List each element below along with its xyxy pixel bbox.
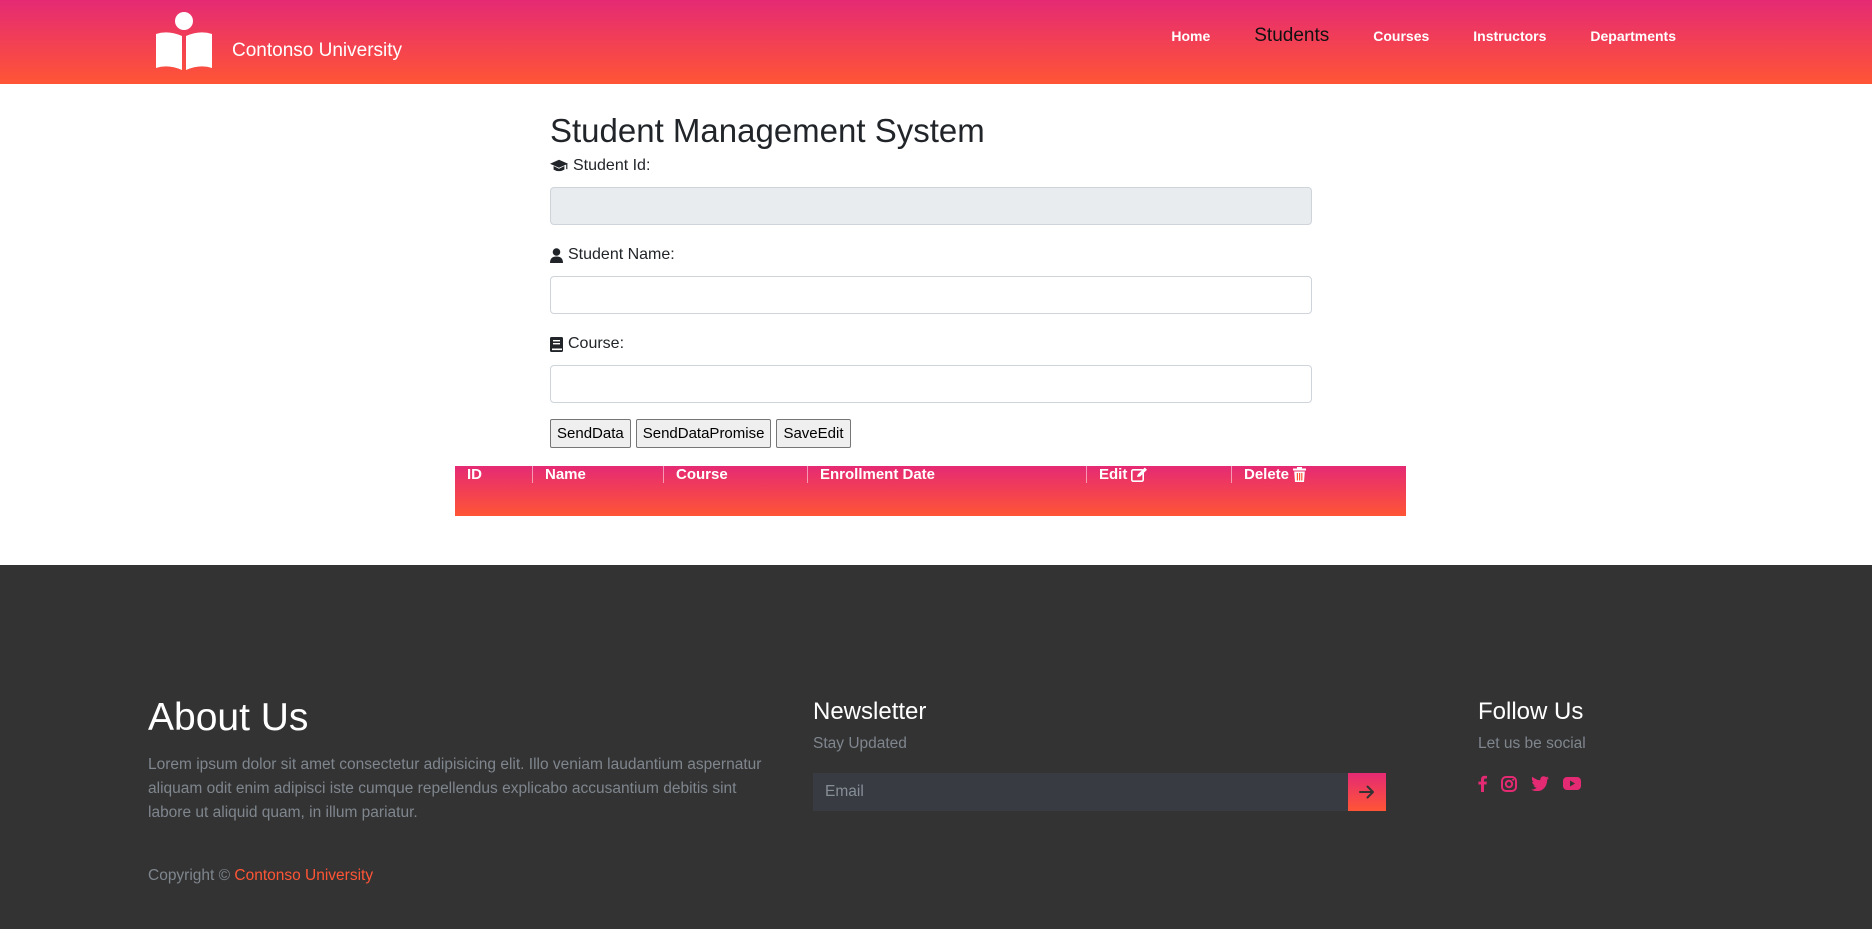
youtube-icon [1563,777,1581,790]
col-edit-header: Edit [1086,466,1232,483]
student-id-label-text: Student Id: [573,157,651,174]
nav-instructors[interactable]: Instructors [1473,28,1546,44]
student-name-input[interactable] [550,276,1312,314]
follow-title: Follow Us [1478,698,1584,725]
newsletter-subtitle: Stay Updated [813,735,907,752]
nav-students[interactable]: Students [1254,25,1329,47]
nav-courses[interactable]: Courses [1373,28,1429,44]
social-links [1478,775,1595,792]
about-title: About Us [148,696,309,739]
about-text: Lorem ipsum dolor sit amet consectetur a… [148,756,762,821]
user-icon [550,247,563,263]
copyright: Copyright © Contonso University [148,867,373,885]
students-table-header: ID Name Course Enrollment Date Edit Dele… [455,466,1406,483]
arrow-right-icon [1359,785,1374,799]
course-label-text: Course: [568,335,625,352]
facebook-link[interactable] [1478,775,1487,792]
instagram-icon [1501,775,1517,792]
col-enrollment-date-header: Enrollment Date [807,466,1087,483]
col-course-header: Course [663,466,808,483]
send-data-promise-button[interactable]: SendDataPromise [635,419,772,448]
newsletter-form [813,773,1386,811]
edit-icon [1131,467,1148,482]
nav-departments[interactable]: Departments [1590,28,1676,44]
copyright-link[interactable]: Contonso University [234,867,373,884]
youtube-link[interactable] [1563,777,1581,790]
col-edit-label: Edit [1099,466,1128,483]
instagram-link[interactable] [1501,775,1517,792]
twitter-icon [1531,776,1549,791]
graduation-cap-icon [550,159,568,172]
newsletter-title: Newsletter [813,698,927,725]
page-title: Student Management System [550,112,985,149]
brand[interactable]: Contonso University [152,8,402,72]
col-id-header: ID [455,466,533,483]
table-header-row: ID Name Course Enrollment Date Edit Dele… [455,466,1406,483]
send-data-button[interactable]: SendData [550,419,631,448]
footer: About Us Lorem ipsum dolor sit amet cons… [0,565,1872,929]
main-nav: Home Students Courses Instructors Depart… [1127,0,1676,72]
trash-icon [1293,467,1307,482]
students-table: ID Name Course Enrollment Date Edit Dele… [455,466,1406,516]
newsletter-email-input[interactable] [813,773,1348,811]
nav-home[interactable]: Home [1171,28,1210,44]
newsletter-submit-button[interactable] [1348,773,1386,811]
student-name-label: Student Name: [550,243,1312,267]
col-delete-label: Delete [1244,466,1290,483]
form-actions: SendData SendDataPromise SaveEdit [550,419,1312,448]
twitter-link[interactable] [1531,776,1549,791]
col-name-header: Name [532,466,664,483]
course-label: Course: [550,332,1312,356]
book-icon [550,336,563,352]
student-name-label-text: Student Name: [568,246,675,263]
open-book-reader-logo-icon [156,12,212,70]
student-id-input[interactable] [550,187,1312,225]
brand-name: Contonso University [232,40,403,61]
copyright-prefix: Copyright © [148,867,231,884]
save-edit-button[interactable]: SaveEdit [776,419,851,448]
student-id-label: Student Id: [550,154,1312,178]
col-delete-header: Delete [1232,466,1407,483]
follow-subtitle: Let us be social [1478,735,1586,752]
top-navbar: Contonso University Home Students Course… [0,0,1872,84]
students-table-body [455,483,1406,516]
course-input[interactable] [550,365,1312,403]
facebook-icon [1478,775,1487,792]
student-form: Student Management System Student Id: St… [550,108,1312,448]
